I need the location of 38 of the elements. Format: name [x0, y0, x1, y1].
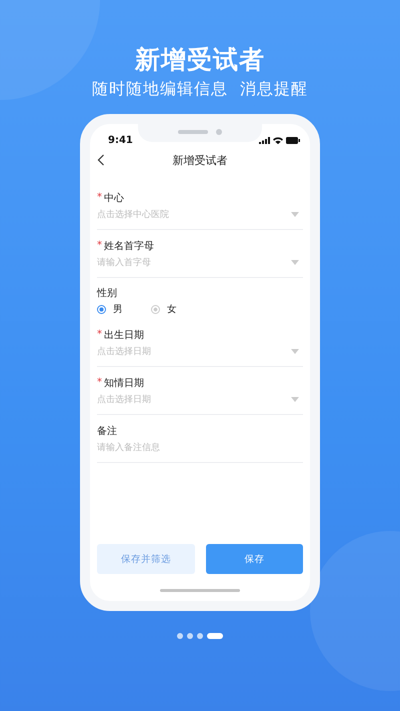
status-time: 9:41: [108, 135, 133, 146]
subheadline: 随时随地编辑信息 消息提醒: [92, 78, 308, 100]
back-icon[interactable]: [97, 154, 105, 166]
select-field[interactable]: 点击选择日期: [97, 344, 303, 358]
screen-title: 新增受试者: [172, 152, 228, 168]
field-label: 出生日期: [104, 328, 144, 342]
radio-label: 男: [113, 302, 123, 316]
field-label: 性别: [97, 286, 117, 300]
wifi-icon: [273, 137, 283, 144]
dropdown-triangle-icon: [291, 212, 299, 216]
field-label: 姓名首字母: [104, 240, 154, 252]
required-asterisk: *: [97, 240, 102, 251]
field-label: 备注: [97, 424, 117, 438]
input-field[interactable]: 请输入备注信息: [97, 440, 303, 454]
required-asterisk: *: [97, 377, 102, 388]
select-field[interactable]: 点击选择日期: [97, 392, 303, 406]
required-asterisk: *: [97, 329, 102, 340]
battery-icon: [286, 137, 300, 144]
save-and-filter-button[interactable]: 保存并筛选: [97, 544, 194, 574]
radio-button[interactable]: [97, 304, 106, 314]
field-label: 知情日期: [104, 376, 144, 390]
pager-dot[interactable]: [177, 633, 183, 639]
field-label: 中心: [104, 192, 124, 204]
dropdown-triangle-icon: [291, 396, 299, 402]
select-field[interactable]: 请输入首字母: [97, 256, 303, 268]
pager-dot[interactable]: [197, 633, 203, 639]
dropdown-triangle-icon: [291, 260, 299, 264]
required-asterisk: *: [97, 192, 102, 203]
radio-button[interactable]: [151, 304, 160, 314]
radio-label: 女: [167, 302, 177, 316]
radio-option[interactable]: 男: [97, 302, 123, 316]
signal-icon: [259, 137, 270, 144]
save-button[interactable]: 保存: [206, 544, 303, 574]
pager-dot[interactable]: [187, 633, 193, 639]
dropdown-triangle-icon: [291, 348, 299, 354]
select-field[interactable]: 点击选择中心医院: [97, 208, 303, 220]
radio-option[interactable]: 女: [151, 302, 177, 316]
headline: 新增受试者: [134, 44, 266, 76]
